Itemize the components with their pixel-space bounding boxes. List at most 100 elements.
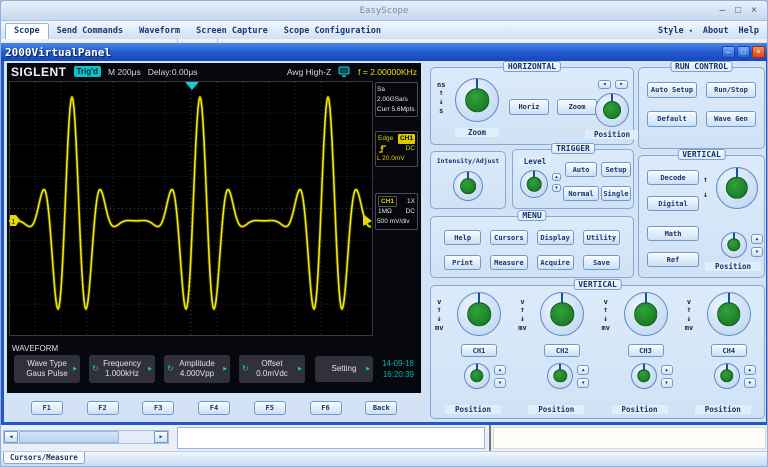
decode-button[interactable]: Decode [647, 170, 699, 185]
display-button[interactable]: Display [537, 230, 574, 245]
position-left-button[interactable]: ◀ [598, 80, 611, 89]
trigger-normal-button[interactable]: Normal [563, 186, 599, 201]
default-button[interactable]: Default [647, 111, 697, 127]
auto-setup-button[interactable]: Auto Setup [647, 82, 697, 98]
sample-rate: Sa 2.00GSa/s [377, 85, 416, 105]
f2-button[interactable]: F2 [87, 401, 119, 415]
trigger-level-knob[interactable] [520, 170, 548, 198]
awg-status: Awg High-Z [287, 67, 331, 77]
softkey-amplitude[interactable]: ↻ Amplitude 4.000Vpp ▶ [164, 355, 230, 383]
scope-screen: SIGLENT Trig'd M 200μs Delay:0.00μs Awg … [7, 63, 421, 393]
back-button[interactable]: Back [365, 401, 397, 415]
acquire-button[interactable]: Acquire [537, 255, 574, 270]
vp-minimize-icon[interactable]: – [722, 46, 735, 58]
ch1-scale-knob[interactable] [457, 292, 501, 336]
horizontal-group: HORIZONTAL ns ↑ ↓ s Zoom Horiz Zoom ◀ ▶ [430, 67, 634, 145]
position-right-button[interactable]: ▶ [615, 80, 628, 89]
tab-scope-configuration[interactable]: Scope Configuration [276, 24, 389, 39]
ch3-button[interactable]: CH3 [628, 344, 664, 357]
easyscope-window: EasyScope – □ × Scope Send Commands Wave… [0, 0, 768, 467]
vertical-position-knob[interactable] [721, 232, 747, 258]
ch4-position-up-button[interactable]: ▲ [744, 365, 756, 375]
cursors-measure-tab[interactable]: Cursors/Measure [3, 452, 85, 464]
softkey-frequency[interactable]: ↻ Frequency 1.000kHz ▶ [89, 355, 155, 383]
f6-button[interactable]: F6 [310, 401, 342, 415]
run-stop-button[interactable]: Run/Stop [706, 82, 756, 98]
horizontal-scrollbar[interactable]: ◀ ▶ [3, 430, 169, 444]
ch4-scale-knob[interactable] [707, 292, 751, 336]
trigger-auto-button[interactable]: Auto [565, 162, 597, 177]
channel-info: CH1 1X 1MΩ DC 500 mV/div [375, 193, 418, 230]
help-menu[interactable]: Help [739, 26, 759, 36]
rising-edge-icon [378, 144, 388, 153]
maximize-icon[interactable]: □ [735, 6, 741, 16]
print-button[interactable]: Print [444, 255, 481, 270]
wave-gen-button[interactable]: Wave Gen [706, 111, 756, 127]
trigger-group-title: TRIGGER [551, 143, 595, 154]
utility-button[interactable]: Utility [583, 230, 620, 245]
f4-button[interactable]: F4 [198, 401, 230, 415]
scroll-left-icon[interactable]: ◀ [4, 431, 18, 443]
zoom-button[interactable]: Zoom [557, 99, 597, 115]
arrow-down-icon: ↓ [687, 315, 692, 324]
vp-maximize-icon[interactable]: □ [737, 46, 750, 58]
vp-close-icon[interactable]: × [752, 46, 765, 58]
level-up-button[interactable]: ▲ [552, 173, 561, 181]
intensity-adjust-knob[interactable] [453, 171, 483, 201]
ch1-position-up-button[interactable]: ▲ [494, 365, 506, 375]
statusbar: Cursors/Measure [1, 451, 767, 466]
ch4-button[interactable]: CH4 [711, 344, 747, 357]
f1-button[interactable]: F1 [31, 401, 63, 415]
tab-waveform[interactable]: Waveform [131, 24, 188, 39]
scrollbar-thumb[interactable] [19, 431, 119, 443]
f5-button[interactable]: F5 [254, 401, 286, 415]
minimize-icon[interactable]: – [720, 6, 726, 16]
tab-send-commands[interactable]: Send Commands [49, 24, 132, 39]
ch2-position-knob[interactable] [547, 363, 573, 389]
ch1-button[interactable]: CH1 [461, 344, 497, 357]
f3-button[interactable]: F3 [142, 401, 174, 415]
softkey-offset[interactable]: ↻ Offset 0.0mVdc ▶ [239, 355, 305, 383]
ch3-position-knob[interactable] [631, 363, 657, 389]
ch4-position-down-button[interactable]: ▼ [744, 378, 756, 388]
ch3-position-up-button[interactable]: ▲ [661, 365, 673, 375]
position-up-button[interactable]: ▲ [751, 234, 763, 244]
scroll-right-icon[interactable]: ▶ [154, 431, 168, 443]
tab-scope[interactable]: Scope [5, 23, 49, 39]
ch4-position-knob[interactable] [714, 363, 740, 389]
vertical-scale-knob[interactable] [716, 167, 758, 209]
softkey-wave-type[interactable]: Wave Type Gaus Pulse ▶ [14, 355, 80, 383]
level-down-button[interactable]: ▼ [552, 184, 561, 192]
cursors-button[interactable]: Cursors [490, 230, 527, 245]
horizontal-position-knob[interactable] [595, 93, 629, 127]
measure-button[interactable]: Measure [490, 255, 527, 270]
style-menu[interactable]: Style ▾ [658, 26, 693, 36]
ref-button[interactable]: Ref [647, 252, 699, 267]
position-down-button[interactable]: ▼ [751, 247, 763, 257]
about-menu[interactable]: About [703, 26, 729, 36]
ch3-position-down-button[interactable]: ▼ [661, 378, 673, 388]
softkey-setting[interactable]: Setting ▶ [315, 356, 373, 382]
ch2-position-up-button[interactable]: ▲ [577, 365, 589, 375]
ch1-position-down-button[interactable]: ▼ [494, 378, 506, 388]
ch3-scale-knob[interactable] [624, 292, 668, 336]
ch2-position-down-button[interactable]: ▼ [577, 378, 589, 388]
save-button[interactable]: Save [583, 255, 620, 270]
virtual-panel-titlebar[interactable]: 2000VirtualPanel – □ × [1, 43, 768, 61]
close-icon[interactable]: × [751, 6, 757, 16]
bottom-panel-left [177, 427, 485, 449]
horiz-button[interactable]: Horiz [509, 99, 549, 115]
ch2-button[interactable]: CH2 [544, 344, 580, 357]
horizontal-scale-knob[interactable] [455, 78, 499, 122]
tab-screen-capture[interactable]: Screen Capture [188, 24, 276, 39]
waveform-display: 1 [9, 81, 373, 336]
math-button[interactable]: Math [647, 226, 699, 241]
intensity-group: Intensity/Adjust [430, 151, 506, 209]
ch2-scale-knob[interactable] [540, 292, 584, 336]
digital-button[interactable]: Digital [647, 196, 699, 211]
trigger-single-button[interactable]: Single [601, 186, 631, 201]
help-button[interactable]: Help [444, 230, 481, 245]
trigger-status-badge: Trig'd [74, 66, 101, 77]
ch1-position-knob[interactable] [464, 363, 490, 389]
trigger-setup-button[interactable]: Setup [601, 162, 631, 177]
